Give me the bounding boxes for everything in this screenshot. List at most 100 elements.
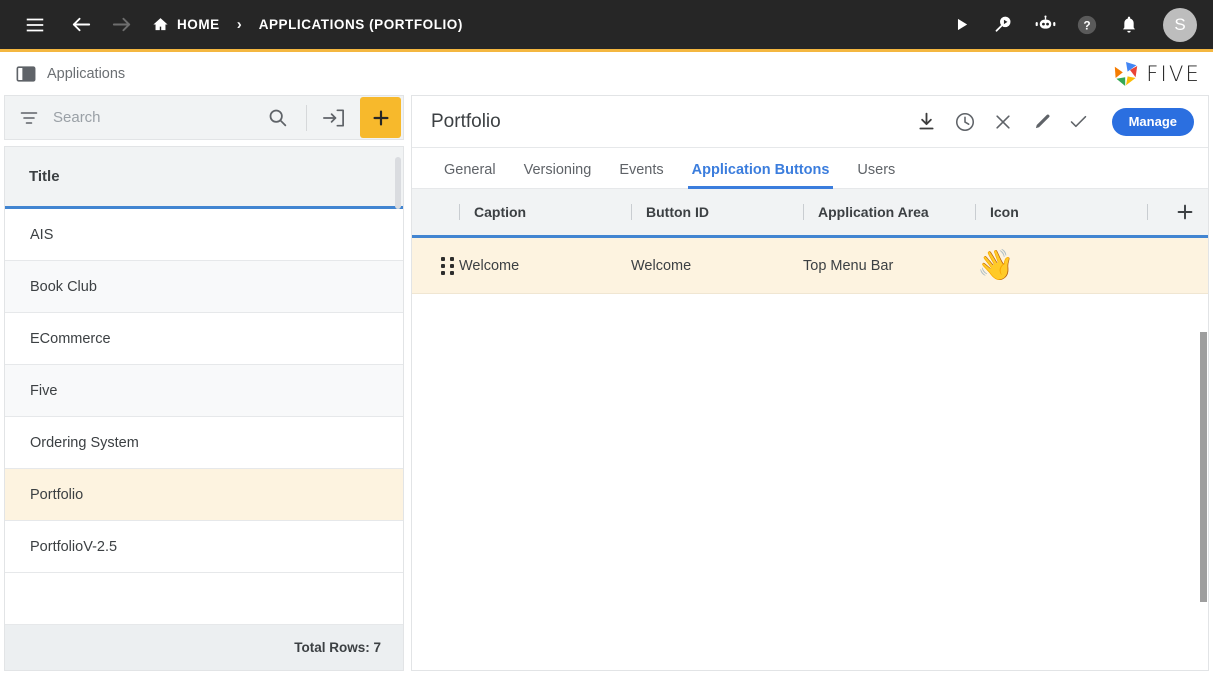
avatar[interactable]: S [1163, 8, 1197, 42]
sidebar-toggle-icon[interactable] [16, 64, 36, 84]
cell-caption[interactable]: Welcome [459, 238, 631, 293]
breadcrumb-separator: › [237, 16, 242, 33]
search-icon[interactable] [257, 107, 298, 128]
five-logo: FIVE [1110, 58, 1201, 90]
tab-label: Users [857, 162, 895, 178]
grid-column-handle [412, 189, 459, 235]
cell-value: Top Menu Bar [803, 258, 893, 274]
detail-action-bar: Manage [916, 108, 1198, 136]
run-icon[interactable] [945, 9, 977, 41]
list-item[interactable]: Five [5, 365, 403, 417]
search-input[interactable] [53, 96, 257, 139]
five-pinwheel-icon [1110, 58, 1142, 90]
list-item-label: Portfolio [30, 487, 83, 503]
grid-column-label: Application Area [818, 204, 929, 220]
list-column-header[interactable]: Title [5, 147, 403, 209]
list-item-label: AIS [30, 227, 53, 243]
confirm-check-icon[interactable] [1068, 111, 1090, 133]
add-column-plus-icon[interactable] [1168, 195, 1202, 229]
detail-tabs: General Versioning Events Application Bu… [412, 148, 1208, 189]
list-item-label: Book Club [30, 279, 97, 295]
tab-label: Versioning [524, 162, 592, 178]
five-wordmark: FIVE [1146, 62, 1201, 86]
tab-events[interactable]: Events [605, 162, 677, 188]
detail-scrollbar[interactable] [1200, 332, 1207, 602]
arrow-right-icon[interactable] [104, 8, 138, 42]
table-row[interactable]: Welcome Welcome Top Menu Bar 👋 [412, 238, 1208, 294]
column-divider [1147, 204, 1148, 220]
column-divider [803, 204, 804, 220]
grid-column-caption[interactable]: Caption [459, 189, 631, 235]
main-body: Title AIS Book Club ECommerce Five Order… [0, 95, 1213, 675]
detail-header: Portfolio Manage [412, 96, 1208, 148]
sidebar-scrollbar[interactable] [395, 157, 401, 209]
applications-sidebar: Title AIS Book Club ECommerce Five Order… [4, 95, 404, 671]
help-icon[interactable]: ? [1071, 9, 1103, 41]
tab-users[interactable]: Users [843, 162, 909, 188]
application-buttons-grid: Caption Button ID Application Area Icon [412, 189, 1208, 670]
plus-icon [370, 107, 392, 129]
grid-column-application-area[interactable]: Application Area [803, 189, 975, 235]
tab-general[interactable]: General [430, 162, 510, 188]
list-item-selected[interactable]: Portfolio [5, 469, 403, 521]
cell-icon[interactable]: 👋 [975, 238, 1147, 293]
detail-title: Portfolio [431, 111, 501, 133]
svg-text:?: ? [1083, 18, 1090, 32]
cell-value: Welcome [631, 258, 691, 274]
list-item-label: PortfolioV-2.5 [30, 539, 117, 555]
grid-column-label: Icon [990, 204, 1019, 220]
cell-application-area[interactable]: Top Menu Bar [803, 238, 975, 293]
column-divider [631, 204, 632, 220]
tab-label: Application Buttons [692, 162, 830, 178]
arrow-left-icon[interactable] [64, 8, 98, 42]
import-icon[interactable] [315, 107, 352, 129]
top-navigation-bar: HOME › APPLICATIONS (PORTFOLIO) ? S [0, 0, 1213, 52]
list-item[interactable]: AIS [5, 209, 403, 261]
grid-header-row: Caption Button ID Application Area Icon [412, 189, 1208, 238]
search-toolbar [4, 95, 404, 140]
edit-pencil-icon[interactable] [1030, 111, 1052, 133]
manage-button[interactable]: Manage [1112, 108, 1194, 136]
list-item-label: Five [30, 383, 57, 399]
hamburger-icon[interactable] [18, 8, 52, 42]
list-item[interactable]: Ordering System [5, 417, 403, 469]
application-title-row: Applications FIVE [0, 52, 1213, 95]
cell-button-id[interactable]: Welcome [631, 238, 803, 293]
filter-icon[interactable] [19, 108, 39, 128]
robot-chat-icon[interactable] [1029, 9, 1061, 41]
search-play-icon[interactable] [987, 9, 1019, 41]
cell-spacer [1147, 238, 1208, 293]
applications-list: AIS Book Club ECommerce Five Ordering Sy… [5, 209, 403, 625]
list-item-label: ECommerce [30, 331, 111, 347]
list-item-label: Ordering System [30, 435, 139, 451]
avatar-initial: S [1174, 15, 1185, 35]
drag-handle-icon[interactable] [441, 257, 455, 275]
row-drag-cell [412, 238, 459, 293]
total-rows-label: Total Rows: 7 [294, 640, 381, 655]
cell-value: Welcome [459, 258, 519, 274]
grid-column-add [1147, 189, 1208, 235]
notifications-bell-icon[interactable] [1113, 9, 1145, 41]
page-title: Applications [47, 66, 125, 82]
list-item[interactable]: ECommerce [5, 313, 403, 365]
grid-column-label: Caption [474, 204, 526, 220]
home-icon [152, 16, 169, 33]
column-divider [975, 204, 976, 220]
column-divider [459, 204, 460, 220]
list-column-header-label: Title [29, 168, 60, 185]
breadcrumb-home[interactable]: HOME [152, 16, 220, 33]
grid-column-icon[interactable]: Icon [975, 189, 1147, 235]
list-item[interactable]: PortfolioV-2.5 [5, 521, 403, 573]
history-clock-icon[interactable] [954, 111, 976, 133]
tab-label: General [444, 162, 496, 178]
tab-versioning[interactable]: Versioning [510, 162, 606, 188]
add-application-button[interactable] [360, 97, 401, 138]
applications-list-card: Title AIS Book Club ECommerce Five Order… [4, 146, 404, 671]
list-item[interactable]: Book Club [5, 261, 403, 313]
close-icon[interactable] [992, 111, 1014, 133]
list-item-empty [5, 573, 403, 625]
tab-application-buttons[interactable]: Application Buttons [678, 162, 844, 188]
detail-panel: Portfolio Manage [411, 95, 1209, 671]
download-icon[interactable] [916, 111, 938, 133]
grid-column-button-id[interactable]: Button ID [631, 189, 803, 235]
